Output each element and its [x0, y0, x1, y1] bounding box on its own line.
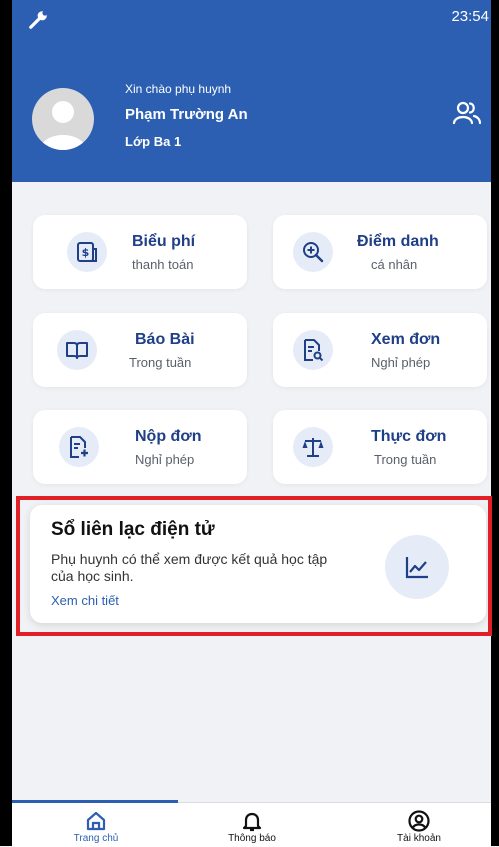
tile-lessons-icon-bg [57, 330, 97, 370]
tile-fee[interactable]: $ Biểu phí thanh toán [33, 215, 247, 289]
tile-menu-subtitle: Trong tuần [374, 452, 437, 467]
avatar[interactable] [32, 88, 94, 150]
document-add-icon [70, 436, 88, 458]
scale-icon [302, 438, 324, 457]
tile-menu-icon-bg [293, 427, 333, 467]
tile-attendance-icon-bg [293, 232, 333, 272]
tile-submit-request-title: Nộp đơn [135, 428, 202, 445]
tile-lessons[interactable]: Báo Bài Trong tuần [33, 313, 247, 387]
nav-notifications[interactable]: Thông báo [192, 809, 312, 844]
tile-view-requests-icon-bg [293, 330, 333, 370]
tile-attendance-subtitle: cá nhân [371, 257, 418, 272]
document-search-icon [304, 339, 324, 362]
tile-attendance-title: Điểm danh [357, 233, 439, 250]
tile-view-requests-title: Xem đơn [371, 331, 441, 348]
tile-fee-subtitle: thanh toán [132, 257, 194, 272]
highlight-box [16, 496, 492, 636]
bottom-nav: Trang chủ Thông báo Tài khoản [12, 800, 491, 847]
frame-right-edge [491, 0, 499, 846]
zoom-in-icon [303, 242, 324, 263]
tile-submit-request-subtitle: Nghỉ phép [135, 452, 195, 467]
tile-fee-icon-bg: $ [67, 232, 107, 272]
tile-menu[interactable]: Thực đơn Trong tuần [273, 410, 487, 484]
tile-submit-request-icon-bg [59, 427, 99, 467]
account-icon [408, 810, 430, 832]
bell-icon [242, 812, 262, 832]
avatar-placeholder-icon [40, 101, 86, 150]
nav-active-indicator [12, 800, 178, 803]
header: 23:54 Xin chào phụ huynh Phạm Trường An … [12, 0, 491, 182]
nav-account-label: Tài khoản [397, 833, 441, 844]
tile-submit-request[interactable]: Nộp đơn Nghỉ phép [33, 410, 247, 484]
svg-text:$: $ [82, 246, 90, 259]
status-bar: 23:54 [12, 0, 491, 34]
nav-home[interactable]: Trang chủ [36, 809, 156, 844]
tile-menu-title: Thực đơn [371, 428, 447, 445]
invoice-dollar-icon: $ [77, 242, 97, 262]
home-icon [86, 811, 106, 831]
status-time: 23:54 [451, 8, 489, 25]
frame-left-edge [0, 0, 12, 846]
users-icon[interactable] [452, 100, 482, 126]
tile-lessons-subtitle: Trong tuần [129, 355, 192, 370]
wrench-icon [29, 10, 48, 29]
greeting-text: Xin chào phụ huynh [125, 82, 232, 96]
nav-home-label: Trang chủ [73, 833, 119, 844]
tile-attendance[interactable]: Điểm danh cá nhân [273, 215, 487, 289]
tile-view-requests-subtitle: Nghỉ phép [371, 355, 431, 370]
open-book-icon [66, 342, 88, 359]
student-name: Phạm Trường An [125, 106, 248, 123]
class-name: Lớp Ba 1 [125, 134, 182, 149]
nav-account[interactable]: Tài khoản [359, 809, 479, 844]
tile-view-requests[interactable]: Xem đơn Nghỉ phép [273, 313, 487, 387]
tile-fee-title: Biểu phí [132, 233, 196, 250]
tile-lessons-title: Báo Bài [135, 331, 195, 348]
nav-notifications-label: Thông báo [228, 833, 276, 844]
